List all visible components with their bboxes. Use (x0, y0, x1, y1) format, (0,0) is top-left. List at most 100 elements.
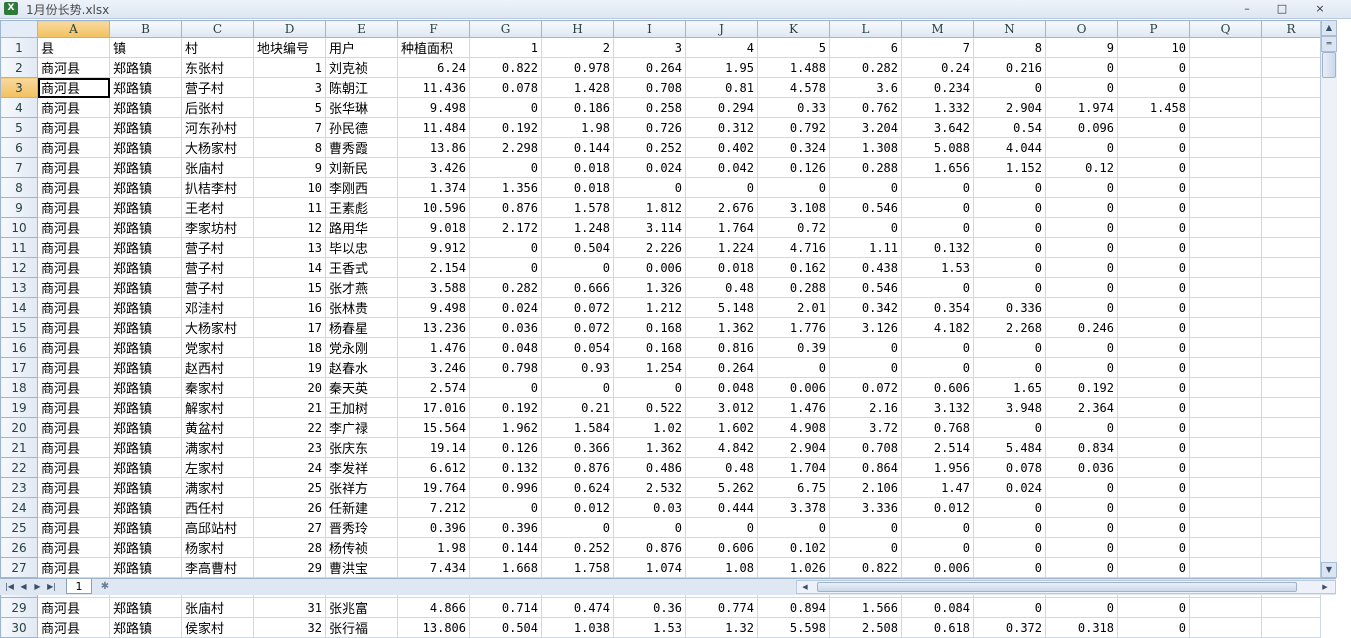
cell-A24[interactable]: 商河县 (37, 497, 110, 518)
cell-K17[interactable]: 0 (757, 357, 830, 378)
row-header-19[interactable]: 19 (0, 397, 38, 418)
cell-G25[interactable]: 0.396 (469, 517, 542, 538)
cell-N14[interactable]: 0.336 (973, 297, 1046, 318)
cell-I1[interactable]: 3 (613, 37, 686, 58)
cell-N2[interactable]: 0.216 (973, 57, 1046, 78)
cell-A14[interactable]: 商河县 (37, 297, 110, 318)
cell-O9[interactable]: 0 (1045, 197, 1118, 218)
cell-O8[interactable]: 0 (1045, 177, 1118, 198)
cell-P17[interactable]: 0 (1117, 357, 1190, 378)
cell-B19[interactable]: 郑路镇 (109, 397, 182, 418)
cell-A2[interactable]: 商河县 (37, 57, 110, 78)
cell-Q1[interactable] (1189, 37, 1262, 58)
cell-L2[interactable]: 0.282 (829, 57, 902, 78)
cell-P5[interactable]: 0 (1117, 117, 1190, 138)
cell-L18[interactable]: 0.072 (829, 377, 902, 398)
cell-F11[interactable]: 9.912 (397, 237, 470, 258)
cell-C22[interactable]: 左家村 (181, 457, 254, 478)
cell-G10[interactable]: 2.172 (469, 217, 542, 238)
cell-L7[interactable]: 0.288 (829, 157, 902, 178)
cell-H15[interactable]: 0.072 (541, 317, 614, 338)
cell-Q13[interactable] (1189, 277, 1262, 298)
cell-B22[interactable]: 郑路镇 (109, 457, 182, 478)
cell-H23[interactable]: 0.624 (541, 477, 614, 498)
cell-A7[interactable]: 商河县 (37, 157, 110, 178)
cell-R18[interactable] (1261, 377, 1321, 398)
cell-I10[interactable]: 3.114 (613, 217, 686, 238)
cell-A16[interactable]: 商河县 (37, 337, 110, 358)
cell-J20[interactable]: 1.602 (685, 417, 758, 438)
cell-O3[interactable]: 0 (1045, 77, 1118, 98)
cell-K12[interactable]: 0.162 (757, 257, 830, 278)
cell-O15[interactable]: 0.246 (1045, 317, 1118, 338)
cell-M19[interactable]: 3.132 (901, 397, 974, 418)
cell-R2[interactable] (1261, 57, 1321, 78)
cell-Q15[interactable] (1189, 317, 1262, 338)
cell-E26[interactable]: 杨传祯 (325, 537, 398, 558)
cell-E25[interactable]: 晋秀玲 (325, 517, 398, 538)
cell-R8[interactable] (1261, 177, 1321, 198)
cell-D26[interactable]: 28 (253, 537, 326, 558)
cell-R1[interactable] (1261, 37, 1321, 58)
cell-N22[interactable]: 0.078 (973, 457, 1046, 478)
row-header-6[interactable]: 6 (0, 137, 38, 158)
cell-A13[interactable]: 商河县 (37, 277, 110, 298)
cell-J14[interactable]: 5.148 (685, 297, 758, 318)
cell-R29[interactable] (1261, 597, 1321, 618)
column-header-D[interactable]: D (253, 20, 326, 38)
cell-Q17[interactable] (1189, 357, 1262, 378)
cell-Q9[interactable] (1189, 197, 1262, 218)
cell-H18[interactable]: 0 (541, 377, 614, 398)
cell-H7[interactable]: 0.018 (541, 157, 614, 178)
scroll-up-icon[interactable]: ▲ (1321, 20, 1337, 36)
cell-H24[interactable]: 0.012 (541, 497, 614, 518)
cell-J19[interactable]: 3.012 (685, 397, 758, 418)
cell-L29[interactable]: 1.566 (829, 597, 902, 618)
cell-D25[interactable]: 27 (253, 517, 326, 538)
cell-K15[interactable]: 1.776 (757, 317, 830, 338)
cell-D10[interactable]: 12 (253, 217, 326, 238)
scroll-right-icon[interactable]: ▶ (1319, 581, 1331, 593)
row-header-13[interactable]: 13 (0, 277, 38, 298)
cell-P9[interactable]: 0 (1117, 197, 1190, 218)
cell-N10[interactable]: 0 (973, 217, 1046, 238)
cell-G30[interactable]: 0.504 (469, 617, 542, 638)
prev-sheet-icon[interactable]: ◀ (18, 581, 29, 593)
cell-B6[interactable]: 郑路镇 (109, 137, 182, 158)
cell-B4[interactable]: 郑路镇 (109, 97, 182, 118)
cell-F17[interactable]: 3.246 (397, 357, 470, 378)
cell-O7[interactable]: 0.12 (1045, 157, 1118, 178)
cell-L11[interactable]: 1.11 (829, 237, 902, 258)
column-header-R[interactable]: R (1261, 20, 1321, 38)
vertical-scroll-thumb[interactable] (1322, 52, 1336, 78)
cell-B2[interactable]: 郑路镇 (109, 57, 182, 78)
cell-Q10[interactable] (1189, 217, 1262, 238)
cell-J25[interactable]: 0 (685, 517, 758, 538)
cell-M29[interactable]: 0.084 (901, 597, 974, 618)
column-header-E[interactable]: E (325, 20, 398, 38)
cell-O5[interactable]: 0.096 (1045, 117, 1118, 138)
horizontal-scroll-thumb[interactable] (817, 582, 1297, 592)
cell-M26[interactable]: 0 (901, 537, 974, 558)
column-header-I[interactable]: I (613, 20, 686, 38)
cell-F14[interactable]: 9.498 (397, 297, 470, 318)
cell-O27[interactable]: 0 (1045, 557, 1118, 578)
cell-E9[interactable]: 王素彪 (325, 197, 398, 218)
cell-G29[interactable]: 0.714 (469, 597, 542, 618)
cell-K4[interactable]: 0.33 (757, 97, 830, 118)
cell-R3[interactable] (1261, 77, 1321, 98)
cell-O1[interactable]: 9 (1045, 37, 1118, 58)
cell-G24[interactable]: 0 (469, 497, 542, 518)
cell-B27[interactable]: 郑路镇 (109, 557, 182, 578)
cell-N4[interactable]: 2.904 (973, 97, 1046, 118)
cell-R7[interactable] (1261, 157, 1321, 178)
cell-P4[interactable]: 1.458 (1117, 97, 1190, 118)
cell-D30[interactable]: 32 (253, 617, 326, 638)
row-header-17[interactable]: 17 (0, 357, 38, 378)
cell-N25[interactable]: 0 (973, 517, 1046, 538)
cell-M17[interactable]: 0 (901, 357, 974, 378)
cell-H3[interactable]: 1.428 (541, 77, 614, 98)
split-handle-icon[interactable]: ═ (1321, 36, 1337, 52)
cell-Q11[interactable] (1189, 237, 1262, 258)
cell-R12[interactable] (1261, 257, 1321, 278)
